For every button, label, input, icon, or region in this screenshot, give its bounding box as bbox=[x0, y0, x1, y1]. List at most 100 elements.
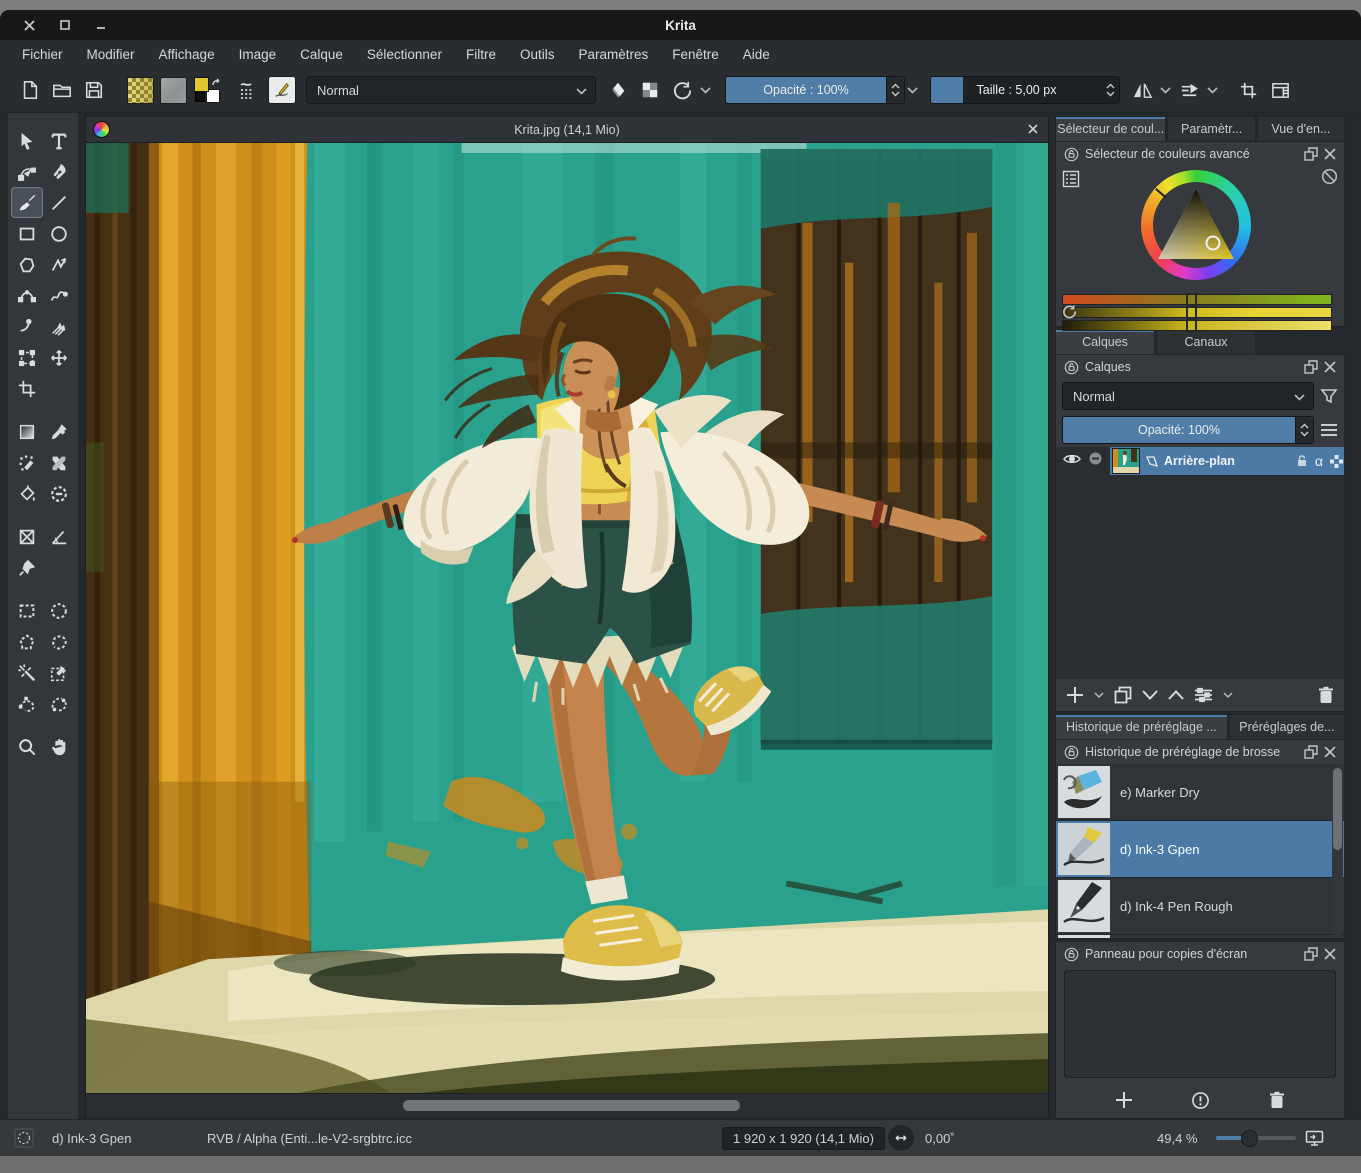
layer-thumbnail[interactable] bbox=[1112, 448, 1140, 474]
delete-screenshot-icon[interactable] bbox=[1269, 1091, 1285, 1109]
tool-multibrush[interactable] bbox=[43, 311, 75, 342]
canvas-image[interactable] bbox=[86, 143, 1048, 1093]
tool-polygon[interactable] bbox=[11, 249, 43, 280]
tool-smart-patch[interactable] bbox=[43, 447, 75, 478]
mirror-vertical-icon[interactable] bbox=[1176, 77, 1202, 103]
tool-color-sampler[interactable] bbox=[43, 416, 75, 447]
move-layer-up-icon[interactable] bbox=[1168, 690, 1184, 700]
menu-aide[interactable]: Aide bbox=[731, 47, 782, 62]
float-panel-icon[interactable] bbox=[1304, 745, 1318, 759]
tab-brush-presets[interactable]: Préréglages de... bbox=[1229, 714, 1345, 739]
layer-properties-chevron-icon[interactable] bbox=[1223, 692, 1233, 699]
new-document-icon[interactable] bbox=[17, 77, 43, 103]
float-panel-icon[interactable] bbox=[1304, 147, 1318, 161]
panel-lock-icon[interactable] bbox=[1064, 745, 1079, 760]
layer-properties-icon[interactable] bbox=[1194, 687, 1213, 703]
layer-selected-area[interactable]: Arrière-plan α bbox=[1110, 447, 1344, 475]
swap-colors-icon[interactable] bbox=[211, 75, 221, 93]
tool-ellipse[interactable] bbox=[43, 218, 75, 249]
saturation-slider[interactable] bbox=[1062, 307, 1332, 318]
tool-line[interactable] bbox=[43, 187, 75, 218]
mirror-horizontal-icon[interactable] bbox=[1129, 77, 1155, 103]
sv-triangle[interactable] bbox=[1153, 183, 1239, 267]
menu-outils[interactable]: Outils bbox=[508, 47, 567, 62]
preserve-alpha-icon[interactable] bbox=[637, 77, 663, 103]
open-document-icon[interactable] bbox=[49, 77, 75, 103]
panel-lock-icon[interactable] bbox=[1064, 147, 1079, 162]
layer-row-arriere-plan[interactable]: Arrière-plan α bbox=[1056, 447, 1344, 475]
tab-parametres[interactable]: Paramètr... bbox=[1167, 116, 1255, 141]
layer-opacity-spinner[interactable] bbox=[1295, 417, 1313, 443]
zoom-slider-knob[interactable] bbox=[1241, 1130, 1258, 1147]
menu-modifier[interactable]: Modifier bbox=[75, 47, 147, 62]
canvas-rotation-button[interactable] bbox=[888, 1120, 914, 1156]
tab-brush-history[interactable]: Historique de préréglage ... bbox=[1055, 714, 1228, 739]
hue-slider[interactable] bbox=[1062, 294, 1332, 305]
layer-alpha-lock-icon[interactable]: α bbox=[1315, 453, 1323, 469]
tab-vue-ensemble[interactable]: Vue d'en... bbox=[1257, 116, 1345, 141]
brush-preset-row[interactable]: e) Marker Dry bbox=[1056, 764, 1344, 821]
fit-to-screen-icon[interactable] bbox=[1305, 1120, 1324, 1156]
float-panel-icon[interactable] bbox=[1304, 360, 1318, 374]
layer-visibility-eye-icon[interactable] bbox=[1063, 452, 1081, 471]
chevron-down-icon[interactable] bbox=[907, 87, 918, 94]
tool-rectangle[interactable] bbox=[11, 218, 43, 249]
tool-ellipse-select[interactable] bbox=[43, 595, 75, 626]
menu-selectionner[interactable]: Sélectionner bbox=[355, 47, 454, 62]
brush-editor-button[interactable] bbox=[268, 76, 296, 104]
hue-slider-handle[interactable] bbox=[1186, 293, 1197, 306]
brush-presets-icon[interactable] bbox=[235, 77, 261, 103]
eraser-mode-icon[interactable] bbox=[605, 77, 631, 103]
advanced-color-selector[interactable] bbox=[1056, 166, 1344, 326]
tool-bezier-curve[interactable] bbox=[11, 280, 43, 311]
layer-filter-icon[interactable] bbox=[1320, 387, 1338, 405]
tool-pan[interactable] bbox=[43, 731, 75, 762]
trim-canvas-icon[interactable] bbox=[1235, 77, 1261, 103]
saturation-slider-handle[interactable] bbox=[1186, 306, 1197, 319]
layer-inherit-alpha-icon[interactable] bbox=[1329, 454, 1344, 469]
tool-freehand-select[interactable] bbox=[43, 626, 75, 657]
chevron-down-icon[interactable] bbox=[1207, 87, 1218, 94]
blending-mode-dropdown[interactable]: Normal bbox=[306, 76, 596, 104]
horizontal-scrollbar[interactable] bbox=[86, 1093, 1048, 1118]
menu-fenetre[interactable]: Fenêtre bbox=[660, 47, 731, 62]
tool-select-shapes[interactable] bbox=[11, 125, 43, 156]
document-close-icon[interactable] bbox=[1028, 121, 1038, 139]
close-panel-icon[interactable] bbox=[1324, 148, 1336, 160]
brush-size-slider[interactable]: Taille : 5,00 px bbox=[930, 76, 1120, 104]
value-slider[interactable] bbox=[1062, 320, 1332, 331]
menu-affichage[interactable]: Affichage bbox=[147, 47, 227, 62]
reload-original-preset-icon[interactable] bbox=[669, 77, 695, 103]
tool-fill[interactable] bbox=[11, 478, 43, 509]
tool-rect-select[interactable] bbox=[11, 595, 43, 626]
status-preset-name[interactable]: d) Ink-3 Gpen bbox=[52, 1120, 132, 1156]
close-panel-icon[interactable] bbox=[1324, 361, 1336, 373]
float-panel-icon[interactable] bbox=[1304, 947, 1318, 961]
foreground-color-swatch[interactable] bbox=[194, 77, 209, 92]
layer-opacity-slider[interactable]: Opacité: 100% bbox=[1062, 416, 1314, 444]
tool-edit-shapes[interactable] bbox=[11, 156, 43, 187]
tool-polygon-select[interactable] bbox=[11, 626, 43, 657]
value-slider-handle[interactable] bbox=[1186, 319, 1197, 332]
tool-freehand-path[interactable] bbox=[43, 280, 75, 311]
tool-text[interactable] bbox=[43, 125, 75, 156]
layer-no-style-icon[interactable] bbox=[1088, 451, 1103, 471]
status-rotation-angle[interactable]: 0,00˚ bbox=[925, 1120, 955, 1156]
tool-zoom[interactable] bbox=[11, 731, 43, 762]
screenshot-list-empty-area[interactable] bbox=[1064, 970, 1336, 1078]
pattern-chooser-button[interactable] bbox=[160, 77, 187, 104]
foreground-background-colors[interactable] bbox=[194, 77, 220, 103]
tool-transform[interactable] bbox=[11, 342, 43, 373]
tool-pattern-edit[interactable] bbox=[11, 447, 43, 478]
close-panel-icon[interactable] bbox=[1324, 948, 1336, 960]
reset-color-icon[interactable] bbox=[1062, 304, 1077, 324]
layer-lock-icon[interactable] bbox=[1295, 454, 1309, 468]
tool-enclose-fill[interactable] bbox=[43, 478, 75, 509]
brush-outline-icon[interactable] bbox=[14, 1120, 34, 1156]
brush-size-spinner[interactable] bbox=[1102, 77, 1119, 103]
close-panel-icon[interactable] bbox=[1324, 746, 1336, 758]
duplicate-layer-icon[interactable] bbox=[1114, 686, 1132, 704]
opacity-spinner[interactable] bbox=[886, 77, 904, 103]
tool-reference-images[interactable] bbox=[11, 552, 43, 583]
brush-list-scrollbar[interactable] bbox=[1332, 766, 1343, 936]
